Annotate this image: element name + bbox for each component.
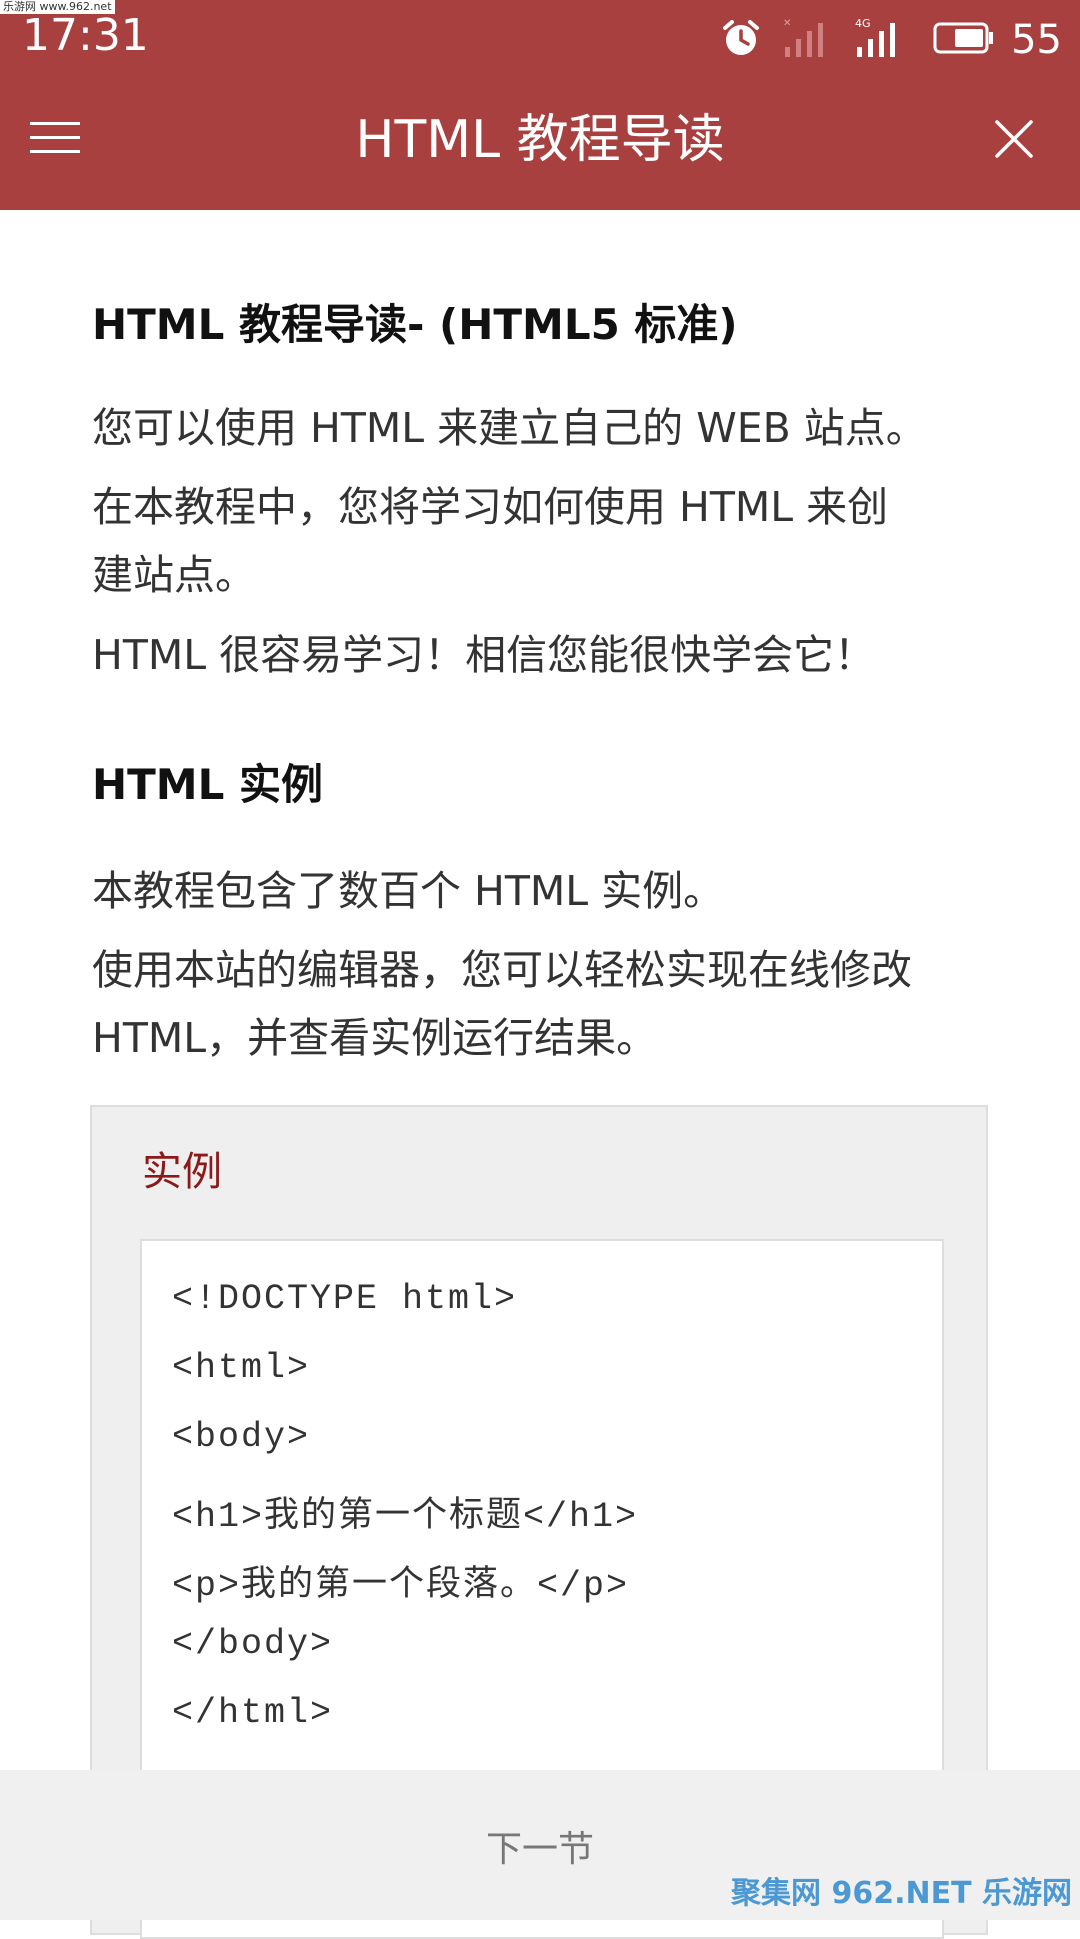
next-section-button[interactable]: 下一节	[390, 1820, 690, 1872]
paragraph-editor-line2: HTML，并查看实例运行结果。	[92, 1014, 658, 1062]
heading-tutorial-intro: HTML 教程导读- (HTML5 标准)	[92, 300, 738, 349]
svg-text:✕: ✕	[783, 18, 791, 29]
close-button[interactable]	[988, 115, 1040, 167]
heading-html-examples: HTML 实例	[92, 760, 323, 809]
hamburger-menu-icon	[30, 121, 80, 159]
network-label: 4G	[855, 17, 871, 30]
code-line: </body>	[172, 1624, 334, 1664]
paragraph-easy: HTML 很容易学习！相信您能很快学会它！	[92, 631, 876, 679]
signal-4g-icon: 4G	[855, 17, 909, 63]
paragraph-web-site: 您可以使用 HTML 来建立自己的 WEB 站点。	[92, 404, 927, 452]
watermark-bottom: 聚集网 962.NET 乐游网	[731, 1876, 1072, 1911]
paragraph-learn-line1: 在本教程中，您将学习如何使用 HTML 来创	[92, 483, 889, 531]
paragraph-examples: 本教程包含了数百个 HTML 实例。	[92, 867, 725, 915]
bottom-bar: 下一节 聚集网 962.NET 乐游网	[0, 1770, 1080, 1920]
status-bar: 乐游网 www.962.net 17:31 ✕ 4G 55	[0, 0, 1080, 75]
paragraph-editor-line1: 使用本站的编辑器，您可以轻松实现在线修改	[92, 946, 912, 994]
status-icons: ✕ 4G 55	[721, 12, 1062, 68]
page-title: HTML 教程导读	[355, 110, 725, 170]
signal-empty-icon: ✕	[783, 17, 833, 63]
menu-button[interactable]	[30, 115, 80, 165]
alarm-icon	[721, 18, 761, 62]
code-line: <p>我的第一个段落。</p>	[172, 1566, 630, 1606]
example-label: 实例	[142, 1149, 222, 1195]
status-time: 17:31	[22, 10, 149, 61]
code-line: <body>	[172, 1417, 311, 1457]
close-icon	[994, 119, 1034, 163]
code-line: <html>	[172, 1348, 311, 1388]
code-line: <!DOCTYPE html>	[172, 1279, 518, 1319]
top-bar: 乐游网 www.962.net 17:31 ✕ 4G 55 HTML 教程导读	[0, 0, 1080, 210]
battery-icon	[931, 20, 995, 60]
code-line: <h1>我的第一个标题</h1>	[172, 1497, 639, 1537]
code-line: </html>	[172, 1693, 334, 1733]
app-bar: HTML 教程导读	[0, 75, 1080, 210]
battery-level: 55	[1011, 17, 1062, 63]
paragraph-learn-line2: 建站点。	[92, 551, 256, 599]
